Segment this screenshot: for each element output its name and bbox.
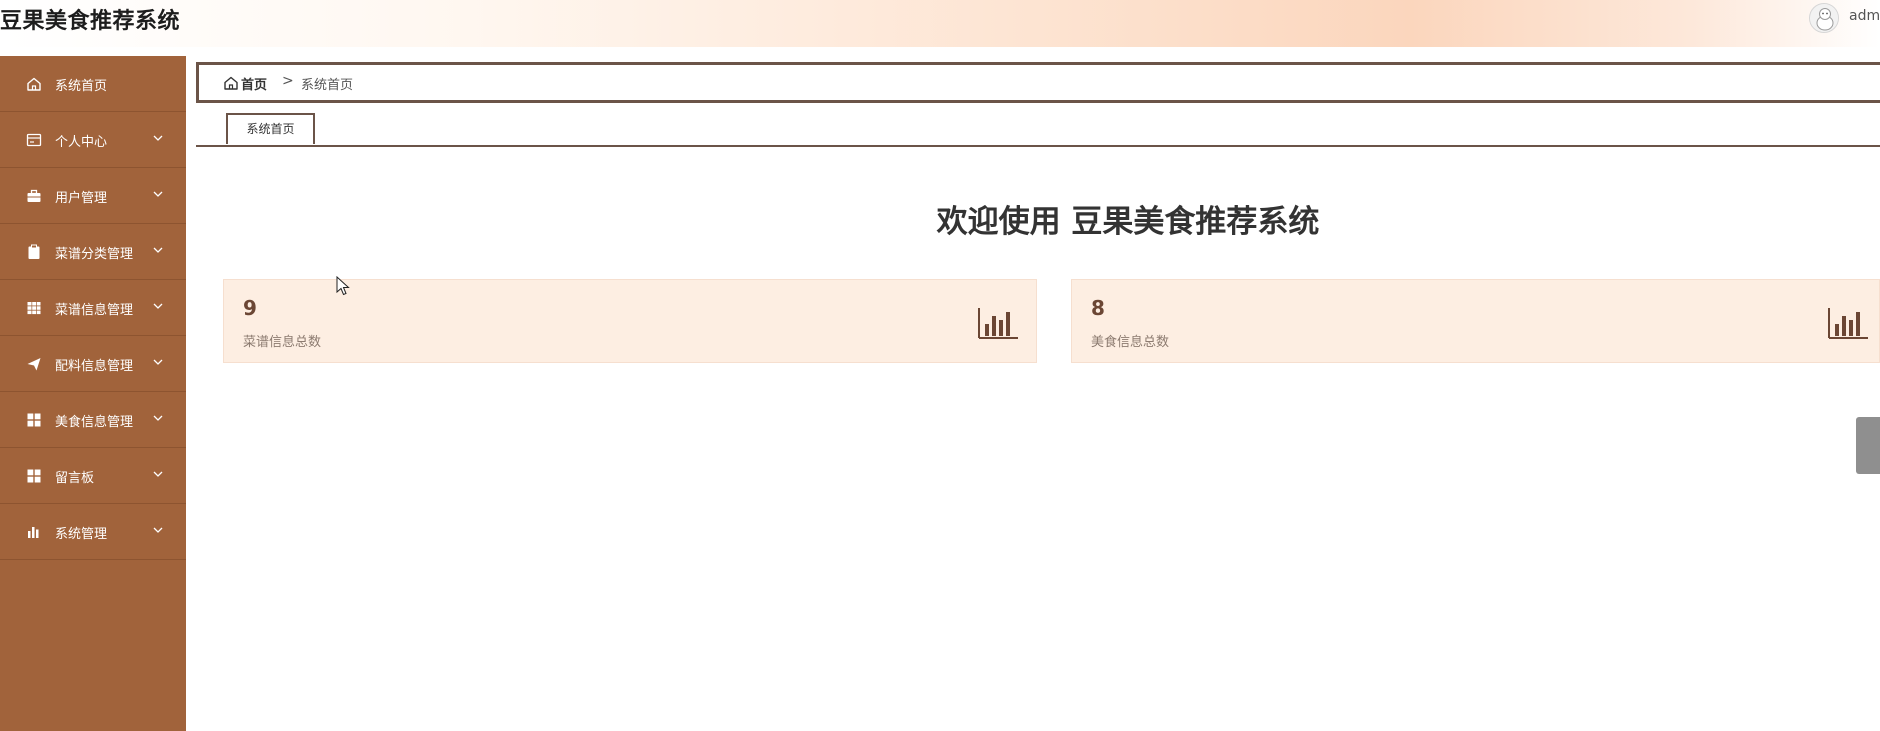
card-icon [26,133,42,147]
welcome-prefix: 欢迎使用 [936,204,1061,240]
chevron-down-icon [153,247,163,253]
clipboard-icon [28,244,40,259]
sidebar-item-personal-center[interactable]: 个人中心 [0,112,186,168]
app-title: 豆果美食推荐系统 [0,9,181,34]
user-avatar[interactable] [1809,3,1839,33]
tab-strip: 系统首页 [196,112,1880,147]
stat-value: 8 [1091,296,1105,320]
sidebar-item-user-management[interactable]: 用户管理 [0,168,186,224]
stat-value: 9 [243,296,257,320]
sidebar-item-message-board[interactable]: 留言板 [0,448,186,504]
sidebar: 系统首页 个人中心 用户管理 菜谱分类管理 菜谱信息管理 配料信息管理 美食信息… [0,56,186,731]
sidebar-item-ingredient-info[interactable]: 配料信息管理 [0,336,186,392]
breadcrumb: 首页 > 系统首页 [196,62,1880,103]
home-icon [27,77,41,91]
chevron-down-icon [153,415,163,421]
paper-plane-icon [27,358,41,371]
chevron-down-icon [153,527,163,533]
sidebar-item-recipe-info[interactable]: 菜谱信息管理 [0,280,186,336]
breadcrumb-current: 系统首页 [301,78,354,93]
breadcrumb-home-link[interactable]: 首页 [241,74,267,93]
sidebar-item-label: 配料信息管理 [55,359,134,374]
sidebar-item-label: 菜谱信息管理 [55,303,134,318]
sidebar-item-system-management[interactable]: 系统管理 [0,504,186,560]
table-icon [27,302,41,315]
chevron-down-icon [153,303,163,309]
sidebar-item-recipe-category[interactable]: 菜谱分类管理 [0,224,186,280]
bar-chart-icon [1828,308,1868,339]
sidebar-item-label: 系统首页 [55,79,108,94]
chevron-down-icon [153,191,163,197]
avatar-icon [1810,4,1838,32]
sidebar-item-label: 个人中心 [55,135,108,150]
top-header: 豆果美食推荐系统 adm [0,0,1880,47]
breadcrumb-separator: > [282,73,294,89]
username[interactable]: adm [1849,8,1880,24]
stat-card-food-count: 8 美食信息总数 [1071,279,1880,363]
home-icon[interactable] [223,75,239,91]
side-panel-toggle[interactable] [1856,417,1880,474]
welcome-heading: 欢迎使用 豆果美食推荐系统 [196,196,1880,241]
grid-icon [27,469,41,483]
sidebar-item-label: 美食信息管理 [55,415,134,430]
mouse-cursor-icon [336,276,350,296]
sidebar-item-label: 用户管理 [55,191,108,206]
sidebar-item-label: 留言板 [55,471,95,486]
bar-chart-icon [28,527,39,538]
bar-chart-icon [978,308,1018,339]
sidebar-item-label: 系统管理 [55,527,108,542]
sidebar-item-food-info[interactable]: 美食信息管理 [0,392,186,448]
welcome-system-name: 豆果美食推荐系统 [1071,204,1320,240]
chevron-down-icon [153,135,163,141]
tab-system-home[interactable]: 系统首页 [226,113,315,144]
stat-label: 菜谱信息总数 [243,335,322,350]
grid-icon [27,413,41,427]
briefcase-icon [27,189,41,202]
stat-label: 美食信息总数 [1091,335,1170,350]
sidebar-item-home[interactable]: 系统首页 [0,56,186,112]
sidebar-item-label: 菜谱分类管理 [55,247,134,262]
chevron-down-icon [153,359,163,365]
chevron-down-icon [153,471,163,477]
